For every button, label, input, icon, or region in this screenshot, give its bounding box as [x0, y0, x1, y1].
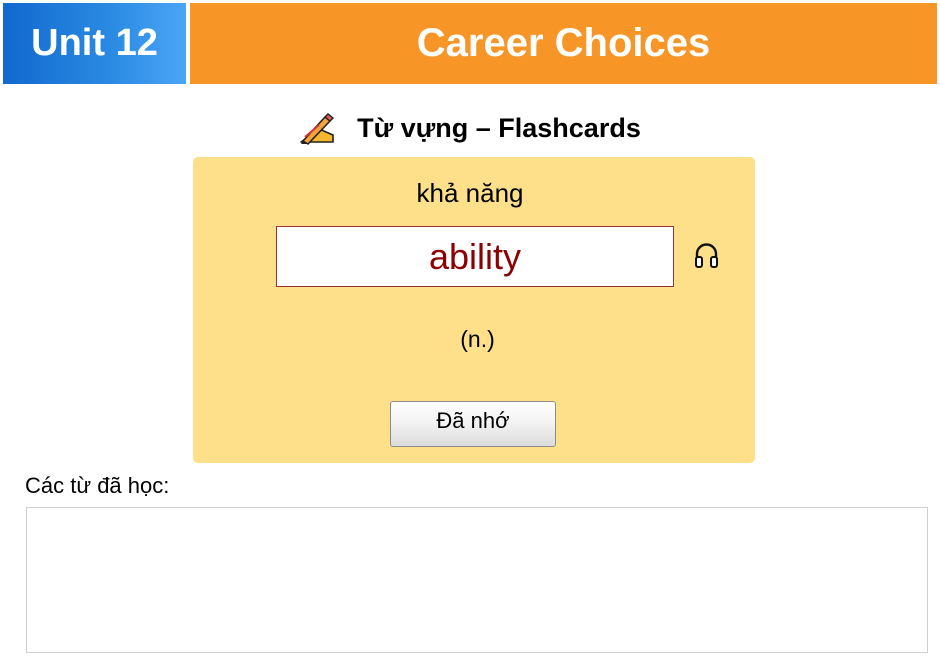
learned-words-list — [26, 507, 928, 653]
section-title: Từ vựng – Flashcards — [357, 112, 641, 143]
remembered-button[interactable]: Đã nhớ — [390, 401, 556, 447]
unit-label: Unit 12 — [3, 3, 186, 84]
section-heading: Từ vựng – Flashcards — [0, 108, 940, 148]
header: Unit 12 Career Choices — [0, 0, 940, 88]
learned-words-label: Các từ đã học: — [25, 473, 170, 498]
writing-hand-icon — [300, 113, 335, 145]
word-meaning: khả năng — [416, 178, 524, 208]
part-of-speech: (n.) — [460, 326, 495, 352]
page-title: Career Choices — [190, 3, 937, 84]
headphones-icon[interactable] — [693, 242, 720, 269]
vocabulary-word[interactable]: ability — [276, 226, 674, 287]
